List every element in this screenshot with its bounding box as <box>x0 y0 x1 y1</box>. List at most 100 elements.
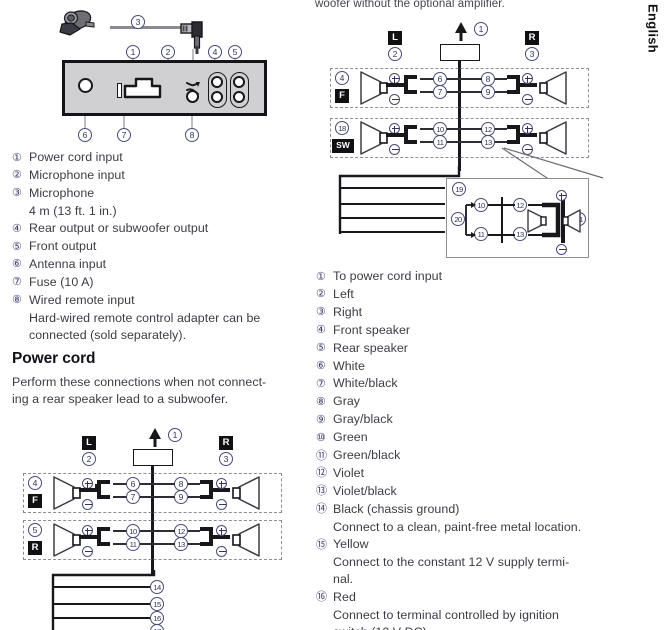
legend-item-label: Gray <box>333 394 361 409</box>
badge-right: R <box>219 436 233 450</box>
wire <box>113 496 127 498</box>
callout-8: 8 <box>185 128 199 142</box>
legend-item-label: White <box>333 358 365 373</box>
legend-item: ⑪ Green/black <box>316 447 646 465</box>
legend-item: ④ Rear output or subwoofer output <box>12 220 302 238</box>
polarity-minus <box>522 94 533 105</box>
wire <box>140 483 175 485</box>
speaker-icon <box>232 523 260 557</box>
legend-item: ⑩ Green <box>316 429 646 447</box>
callout-3: 3 <box>131 15 145 29</box>
legend-item-number: ⑯ <box>316 591 327 604</box>
legend-item-number: ⑪ <box>316 449 327 462</box>
badge-front: F <box>335 89 349 103</box>
speaker-lead <box>386 83 404 87</box>
wire <box>420 91 434 93</box>
polarity-minus <box>82 546 93 557</box>
speaker-icon <box>539 71 567 105</box>
legend-item-number: ⑮ <box>316 538 327 551</box>
legend-item: ③ Right <box>316 304 646 322</box>
legend-item-detail: Connect to a clean, paint-free metal loc… <box>333 519 582 534</box>
legend-item: ⑤ Rear speaker <box>316 340 646 358</box>
callout-13: 13 <box>481 135 495 149</box>
legend-item-detail: Connect to the constant 12 V supply term… <box>333 555 570 569</box>
callout-7: 7 <box>433 85 447 99</box>
connector-icon <box>97 480 110 499</box>
legend-item: ⑨ Gray/black <box>316 411 646 429</box>
rca-jack <box>211 76 223 88</box>
badge-right: R <box>525 31 539 45</box>
callout-10: 10 <box>126 524 140 538</box>
connector-icon <box>404 75 417 94</box>
section-heading-power-cord: Power cord <box>12 350 96 367</box>
rca-jack <box>211 91 223 103</box>
legend-item-label: Right <box>333 304 363 319</box>
wire <box>420 78 434 80</box>
badge-left: L <box>388 31 402 45</box>
fuse-holder <box>117 83 122 98</box>
legend-item: ⑧ Gray <box>316 393 646 411</box>
antenna-input-jack <box>78 78 93 93</box>
callout-7: 7 <box>117 128 131 142</box>
power-cord-connector-block <box>133 449 173 466</box>
legend-item-label: Rear output or subwoofer output <box>29 221 209 236</box>
legend-item: ② Microphone input <box>12 167 302 185</box>
legend-item-number: ⑦ <box>316 377 326 390</box>
callout-2: 2 <box>161 45 175 59</box>
legend-item: ② Left <box>316 286 646 304</box>
legend-item-label: Gray/black <box>333 412 393 427</box>
legend-item-detail: Hard-wired remote control adapter can be <box>29 310 261 325</box>
callout-11: 11 <box>433 135 447 149</box>
legend-item: ⑧ Wired remote input <box>12 292 302 310</box>
callout-12: 12 <box>174 524 188 538</box>
inset-wiring-graphic <box>465 197 581 243</box>
polarity-minus <box>82 499 93 510</box>
connector-icon <box>404 125 417 144</box>
callout-13: 13 <box>174 537 188 551</box>
callout-10: 10 <box>433 122 447 136</box>
legend-item: ⑦ Fuse (10 A) <box>12 274 302 292</box>
callout-1: 1 <box>168 428 182 442</box>
legend-item-label: Green <box>333 430 368 445</box>
legend-item-number: ⑨ <box>316 413 326 426</box>
legend-item-label: Front output <box>29 239 97 254</box>
legend-item-detail: Connect to terminal controlled by igniti… <box>333 607 559 622</box>
wire <box>113 530 127 532</box>
legend-item-detail: switch (12 V DC). <box>333 624 646 630</box>
legend-item-number: ② <box>12 169 22 182</box>
legend-item-label: Violet/black <box>333 483 397 498</box>
callout-4: 4 <box>28 476 42 490</box>
speaker-lead <box>386 133 404 137</box>
polarity-minus <box>216 499 227 510</box>
callout-18: 18 <box>335 121 349 135</box>
legend-item: ⑫ Violet <box>316 465 646 483</box>
legend-item-label: To power cord input <box>333 269 443 283</box>
callout-15: 15 <box>150 597 164 611</box>
callout-14: 14 <box>150 580 164 594</box>
callout-5: 5 <box>28 523 42 537</box>
legend-item-label: Red <box>333 589 356 604</box>
manual-page: woofer without the optional amplifier. E… <box>0 0 668 630</box>
polarity-minus <box>216 546 227 557</box>
legend-item: ① Power cord input <box>12 149 302 167</box>
legend-item-number: ③ <box>12 187 22 200</box>
legend-item-number: ① <box>316 270 326 283</box>
section-paragraph: Perform these connections when not conne… <box>12 374 300 409</box>
legend-item-number: ⑤ <box>316 342 326 355</box>
speaker-lead <box>79 488 97 492</box>
legend-item-label: Violet <box>333 465 365 480</box>
legend-item-detail: nal. <box>333 572 354 587</box>
up-arrow-icon <box>149 428 161 447</box>
speaker-icon <box>53 476 81 510</box>
connector-icon <box>97 527 110 546</box>
callout-5: 5 <box>228 45 242 59</box>
legend-item-number: ⑦ <box>12 276 22 289</box>
callout-6: 6 <box>433 72 447 86</box>
callout-1: 1 <box>126 45 140 59</box>
badge-left: L <box>82 436 96 450</box>
callout-7: 7 <box>126 490 140 504</box>
legend-item: ⑥ Antenna input <box>12 256 302 274</box>
legend-item-number: ⑭ <box>316 503 327 516</box>
polarity-minus <box>389 94 400 105</box>
legend-item-number: ② <box>316 288 326 301</box>
